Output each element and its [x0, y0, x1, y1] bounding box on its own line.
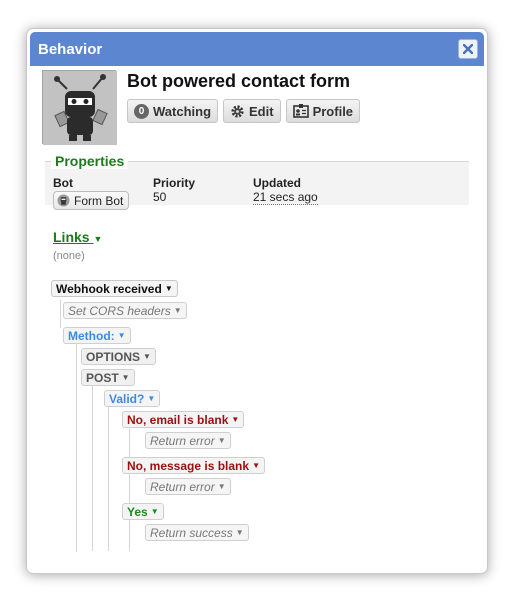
robot-icon [57, 194, 70, 207]
bot-link[interactable]: Form Bot [53, 191, 130, 210]
branch-post[interactable]: POST ▼ [81, 369, 135, 386]
watching-button[interactable]: 0 Watching [127, 99, 219, 123]
condition-valid[interactable]: Valid? ▼ [104, 390, 161, 407]
tree-line [108, 407, 109, 551]
action-return-error[interactable]: Return error ▼ [145, 432, 231, 449]
branch-message-blank[interactable]: No, message is blank ▼ [122, 457, 265, 474]
priority-value: 50 [153, 190, 167, 204]
behavior-dialog: Behavior Bot powered contact form 0 Watc… [26, 28, 488, 574]
gear-icon [231, 104, 244, 118]
updated-value: 21 secs ago [253, 190, 318, 205]
properties-legend: Properties [51, 153, 129, 169]
links-toggle[interactable]: Links ▼ [53, 229, 102, 245]
edit-button[interactable]: Edit [223, 99, 281, 123]
robot-icon [43, 71, 117, 145]
trigger-webhook-received[interactable]: Webhook received ▼ [51, 280, 178, 297]
branch-yes[interactable]: Yes ▼ [122, 503, 164, 520]
tree-line [92, 386, 93, 551]
updated-label: Updated [253, 176, 301, 190]
priority-label: Priority [153, 176, 196, 190]
watching-label: Watching [153, 103, 212, 119]
profile-button[interactable]: Profile [285, 99, 361, 123]
tree-line [60, 300, 61, 328]
tree-line [129, 429, 130, 551]
profile-label: Profile [312, 103, 354, 119]
bot-name: Bot powered contact form [127, 71, 351, 91]
condition-method[interactable]: Method: ▼ [63, 327, 131, 344]
bot-label: Bot [53, 176, 73, 190]
action-set-cors-headers[interactable]: Set CORS headers ▼ [63, 302, 187, 319]
watching-count: 0 [134, 103, 149, 119]
dialog-titlebar: Behavior [30, 32, 484, 66]
close-icon [463, 44, 473, 54]
bot-actions: 0 Watching Edit Profile [127, 99, 361, 123]
edit-label: Edit [249, 103, 274, 119]
dialog-title: Behavior [38, 41, 103, 58]
tree-line [76, 343, 77, 552]
bot-value: Form Bot [74, 193, 124, 208]
branch-email-blank[interactable]: No, email is blank ▼ [122, 411, 245, 428]
profile-card-icon [292, 104, 309, 118]
links-empty: (none) [53, 250, 85, 262]
action-return-error[interactable]: Return error ▼ [145, 478, 231, 495]
action-return-success[interactable]: Return success ▼ [145, 524, 249, 541]
close-button[interactable] [458, 39, 478, 59]
bot-avatar [42, 70, 117, 145]
branch-options[interactable]: OPTIONS ▼ [81, 348, 156, 365]
